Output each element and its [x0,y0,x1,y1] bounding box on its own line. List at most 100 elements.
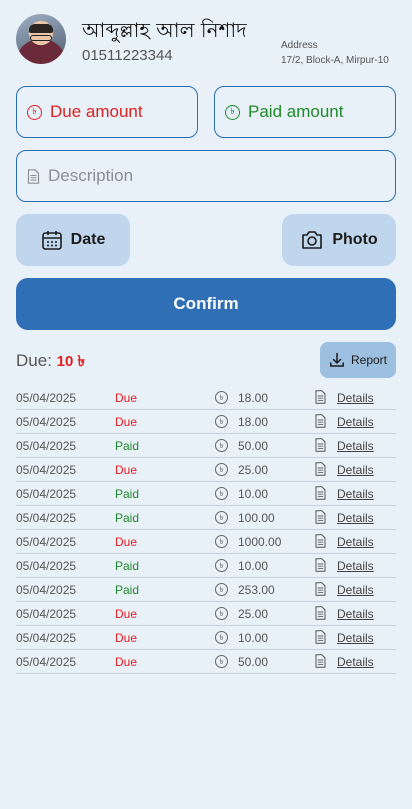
due-amount-placeholder: Due amount [50,102,143,121]
taka-icon: ৳ [215,535,228,548]
transaction-amount: 25.00 [238,607,269,621]
photo-label: Photo [332,231,378,248]
transaction-amount: 1000.00 [238,535,282,549]
transaction-date: 05/04/2025 [16,535,77,549]
transaction-amount: 18.00 [238,415,269,429]
transaction-status: Due [115,463,138,477]
document-icon [315,606,326,623]
details-link[interactable]: Details [337,415,374,429]
details-link[interactable]: Details [337,631,374,645]
transaction-status: Due [115,415,138,429]
document-icon [315,534,326,551]
due-summary-label: Due [16,351,48,370]
transaction-amount: 253.00 [238,583,275,597]
transaction-amount: 50.00 [238,655,269,669]
report-label: Report [350,353,388,367]
transaction-status: Due [115,391,138,405]
transaction-status: Due [115,535,138,549]
transaction-amount: 18.00 [238,391,269,405]
taka-icon: ৳ [215,655,228,668]
transaction-date: 05/04/2025 [16,487,77,501]
address-label: Address [281,40,318,51]
document-icon [315,390,326,407]
report-button[interactable]: Report [320,342,396,378]
transaction-status: Due [115,631,138,645]
customer-address: 17/2, Block-A, Mirpur-10 [281,55,389,66]
transaction-row: 05/04/2025 Paid ৳ 100.00 Details [16,506,396,530]
transaction-row: 05/04/2025 Paid ৳ 50.00 Details [16,434,396,458]
transaction-amount: 25.00 [238,463,269,477]
document-icon [315,414,326,431]
paid-amount-placeholder: Paid amount [248,102,344,121]
date-button[interactable]: Date [16,214,130,266]
document-icon [27,168,40,184]
transaction-status: Paid [115,583,140,597]
transaction-amount: 50.00 [238,439,269,453]
document-icon [315,654,326,671]
transaction-row: 05/04/2025 Due ৳ 10.00 Details [16,626,396,650]
document-icon [315,462,326,479]
due-summary: Due: 10 ৳ [16,350,85,375]
taka-icon: ৳ [215,463,228,476]
transaction-row: 05/04/2025 Due ৳ 1000.00 Details [16,530,396,554]
details-link[interactable]: Details [337,583,374,597]
details-link[interactable]: Details [337,607,374,621]
due-amount-input[interactable]: ৳ Due amount [16,86,198,138]
details-link[interactable]: Details [337,511,374,525]
app-screen: আব্দুল্লাহ আল নিশাদ 01511223344 Address … [0,0,412,809]
transaction-amount: 10.00 [238,559,269,573]
details-link[interactable]: Details [337,655,374,669]
document-icon [315,486,326,503]
transaction-date: 05/04/2025 [16,559,77,573]
document-icon [315,510,326,527]
transaction-row: 05/04/2025 Paid ৳ 10.00 Details [16,554,396,578]
calendar-icon [41,231,62,250]
taka-icon: ৳ [215,439,228,452]
document-icon [315,438,326,455]
document-icon [315,630,326,647]
details-link[interactable]: Details [337,487,374,501]
transaction-row: 05/04/2025 Due ৳ 18.00 Details [16,410,396,434]
description-placeholder: Description [48,166,134,185]
transaction-date: 05/04/2025 [16,631,77,645]
transaction-status: Due [115,655,138,669]
avatar[interactable] [16,14,66,64]
transaction-row: 05/04/2025 Due ৳ 25.00 Details [16,458,396,482]
transaction-row: 05/04/2025 Paid ৳ 253.00 Details [16,578,396,602]
photo-button[interactable]: Photo [282,214,396,266]
profile-header: আব্দুল্লাহ আল নিশাদ 01511223344 Address … [16,14,396,70]
taka-icon: ৳ [215,487,228,500]
description-input[interactable]: Description [16,150,396,202]
transaction-status: Paid [115,439,140,453]
details-link[interactable]: Details [337,463,374,477]
customer-phone: 01511223344 [82,47,173,64]
taka-icon: ৳ [215,415,228,428]
transaction-row: 05/04/2025 Due ৳ 18.00 Details [16,386,396,410]
transaction-date: 05/04/2025 [16,439,77,453]
transaction-row: 05/04/2025 Due ৳ 50.00 Details [16,650,396,674]
due-summary-value: 10 ৳ [56,353,85,370]
transaction-date: 05/04/2025 [16,607,77,621]
taka-icon: ৳ [215,391,228,404]
document-icon [315,582,326,599]
transaction-date: 05/04/2025 [16,655,77,669]
date-label: Date [70,231,106,248]
customer-name: আব্দুল্লাহ আল নিশাদ [82,18,247,42]
transaction-status: Paid [115,511,140,525]
due-summary-separator: : [47,351,52,370]
taka-icon: ৳ [27,104,42,120]
transaction-status: Due [115,607,138,621]
camera-icon [302,231,323,249]
taka-icon: ৳ [215,583,228,596]
details-link[interactable]: Details [337,535,374,549]
details-link[interactable]: Details [337,391,374,405]
taka-icon: ৳ [215,559,228,572]
transaction-status: Paid [115,559,140,573]
confirm-button[interactable]: Confirm [16,278,396,330]
paid-amount-input[interactable]: ৳ Paid amount [214,86,396,138]
transaction-date: 05/04/2025 [16,391,77,405]
details-link[interactable]: Details [337,439,374,453]
taka-icon: ৳ [225,104,240,120]
details-link[interactable]: Details [337,559,374,573]
transaction-list: 05/04/2025 Due ৳ 18.00 Details 05/04/2025 Due ৳… [16,386,396,674]
